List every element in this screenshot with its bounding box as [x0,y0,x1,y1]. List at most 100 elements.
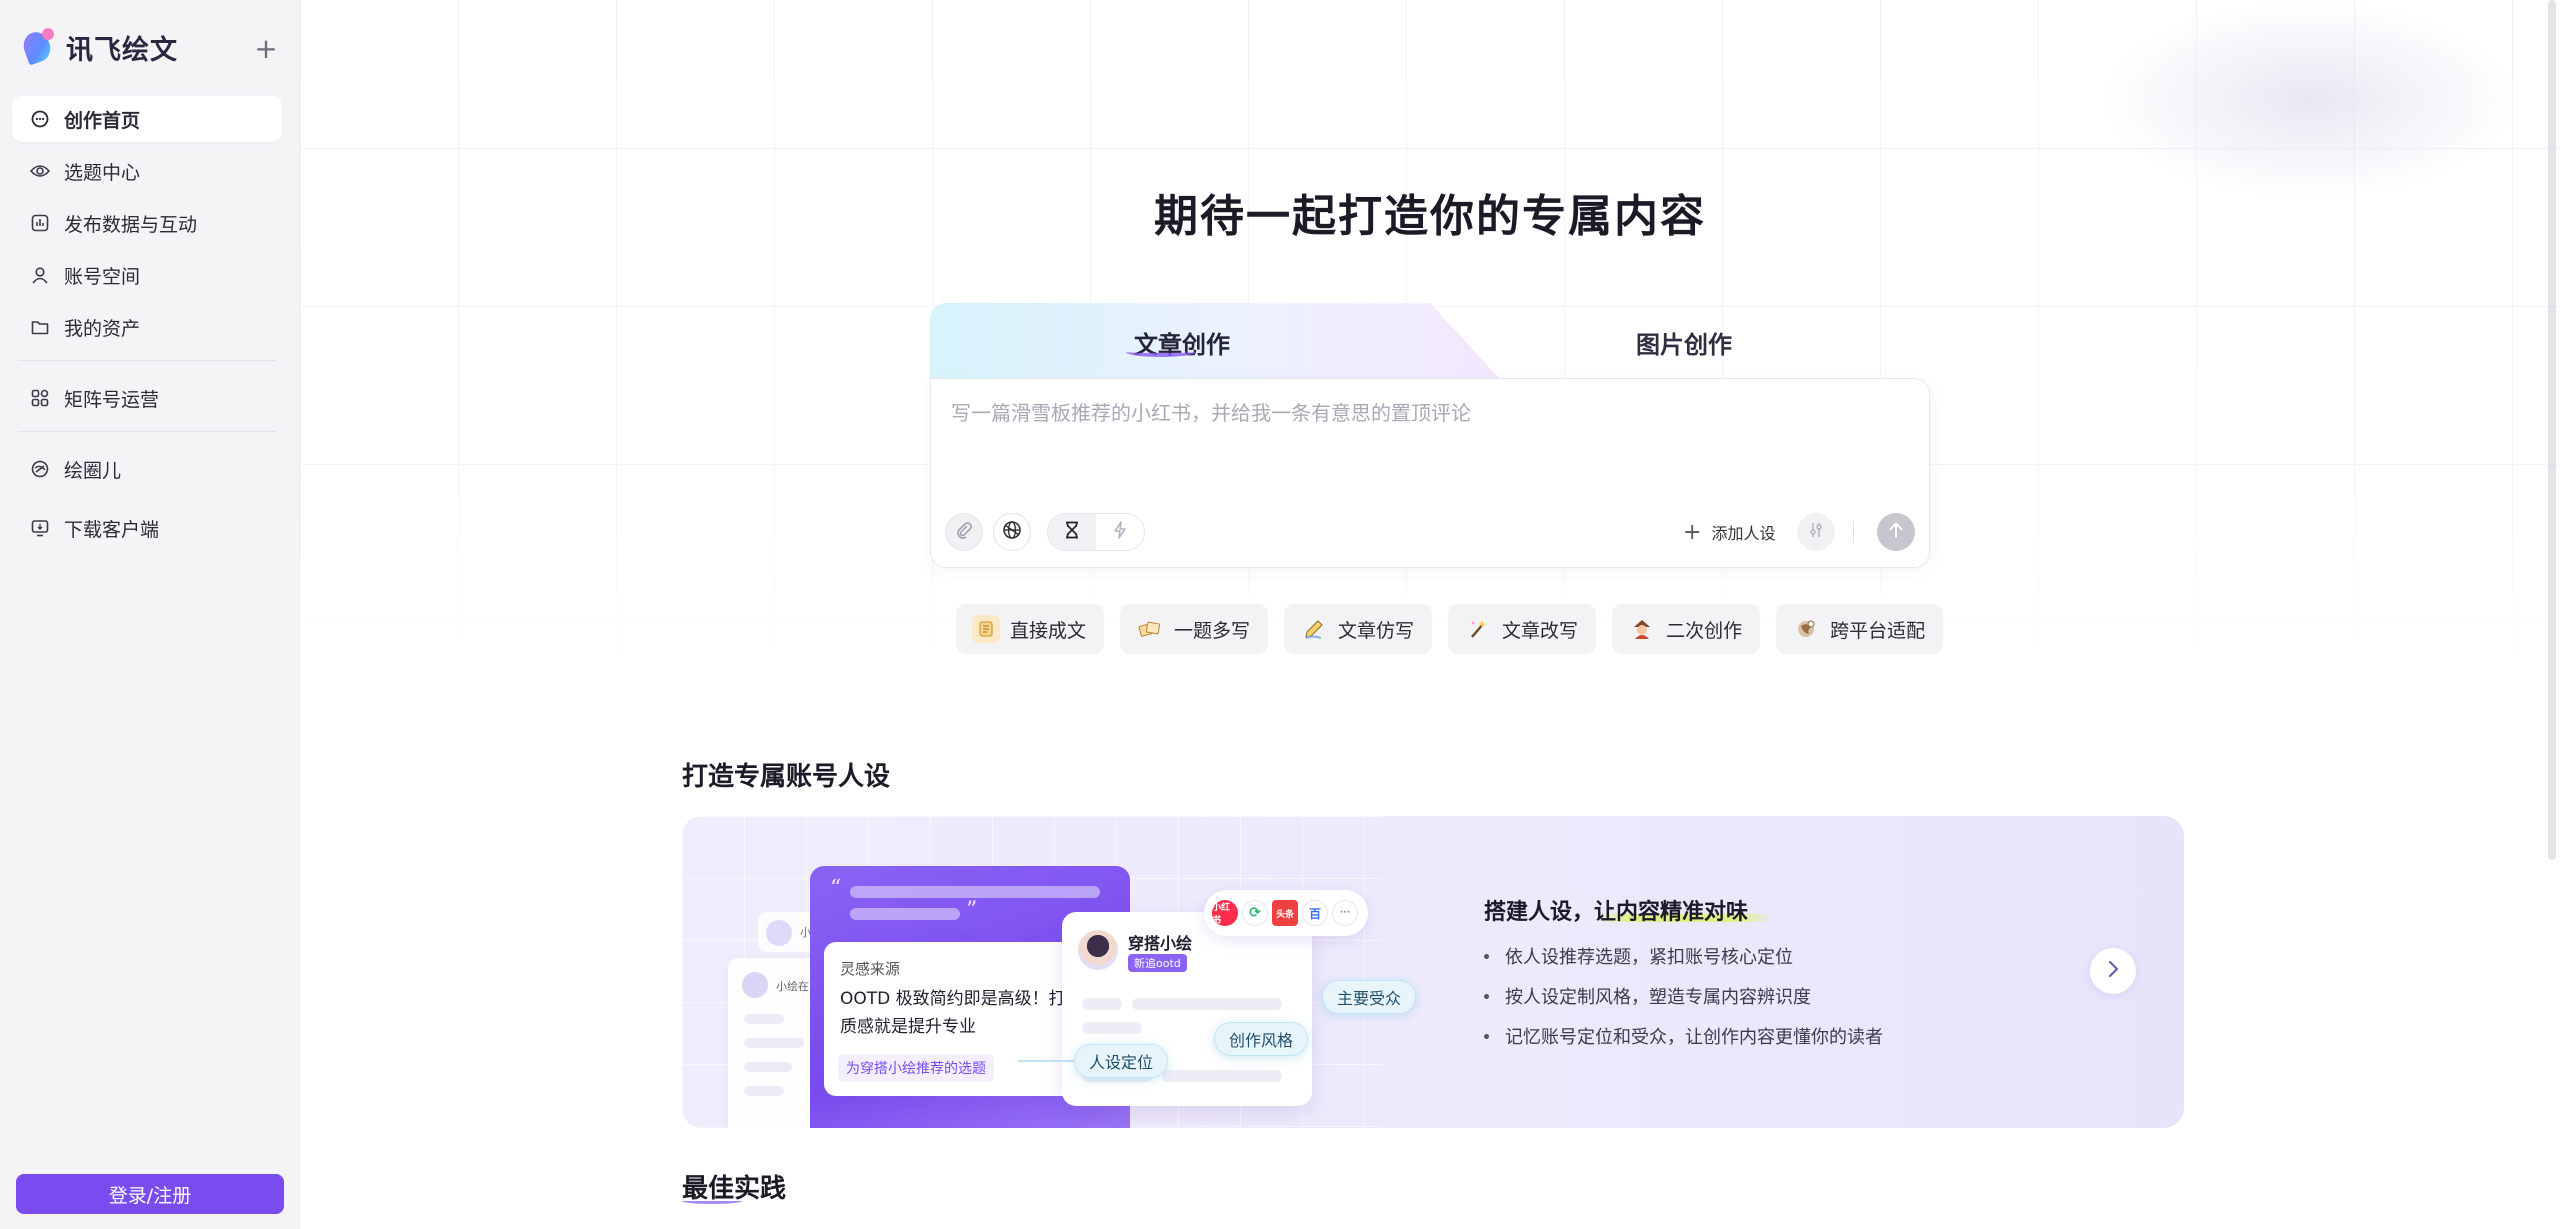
sidebar-item-assets[interactable]: 我的资产 [12,304,282,350]
platform-icons: 小红书 ⟳ 头条 百 ··· [1204,890,1368,936]
sidebar-item-label: 我的资产 [64,317,141,340]
arrow-up-icon [1888,521,1904,543]
sidebar-item-account-space[interactable]: 账号空间 [12,252,282,298]
chip-multi-write[interactable]: 一题多写 [1120,604,1269,654]
sidebar-item-label: 下载客户端 [64,518,160,541]
main-content: 期待一起打造你的专属内容 文章创作 图片创作 写一篇滑雪板推荐的小红书，并给我一… [300,0,2560,1229]
avatar [742,972,768,998]
brand-logo[interactable]: 讯飞绘文 + [19,22,282,72]
brand-name: 讯飞绘文 [66,34,178,66]
chip-label: 跨平台适配 [1830,619,1926,642]
sidebar-item-home[interactable]: 创作首页 [12,96,282,142]
deep-mode-button[interactable] [1048,514,1096,550]
list-item: 记忆账号定位和受众，让创作内容更懂你的读者 [1484,1016,1883,1056]
globe-icon [1792,615,1820,643]
wechat-channels-icon: ⟳ [1242,900,1268,926]
sidebar-item-label: 创作首页 [64,109,141,132]
creation-tabs: 文章创作 图片创作 [930,303,1930,379]
quote-open-icon: “ [830,876,842,901]
sidebar-divider [18,498,276,499]
user-icon [30,265,50,285]
chip-label: 文章改写 [1502,619,1579,642]
sidebar-item-label: 账号空间 [64,265,141,288]
chip-direct-write[interactable]: 直接成文 [956,604,1105,654]
xiaohongshu-icon: 小红书 [1212,900,1238,926]
hero-glow [2100,0,2520,200]
chip-label: 一题多写 [1174,619,1251,642]
papers-icon [1136,615,1164,643]
topic-tag: 为穿搭小绘推荐的选题 [838,1054,994,1082]
web-search-button[interactable] [993,513,1031,551]
avatar [766,920,792,946]
page-scrollbar[interactable] [2548,0,2556,860]
sidebar-item-download-client[interactable]: 下载客户端 [12,505,282,551]
sidebar-nav: 创作首页 选题中心 发布数据与互动 账号空间 我的资产 矩阵号运营 绘圈儿 下载… [12,96,282,557]
chat-bubble-icon [30,109,50,129]
pen-icon [1300,615,1328,643]
chip-secondary-creation[interactable]: 二次创作 [1612,604,1761,654]
pill-position: 人设定位 [1074,1044,1169,1078]
chip-imitate[interactable]: 文章仿写 [1284,604,1433,654]
prompt-input[interactable] [951,401,1911,425]
tab-image[interactable]: 图片创作 [1636,325,1732,360]
add-persona-label: 添加人设 [1711,524,1776,543]
topic-text-line2: 质感就是提升专业 [840,1017,976,1037]
more-icon: ··· [1332,900,1358,926]
sidebar-item-community[interactable]: 绘圈儿 [12,446,282,492]
source-label: 灵感来源 [840,960,901,978]
new-chat-button[interactable]: + [250,31,282,65]
best-practice-underline [682,1198,742,1204]
quote-close-icon: ” [966,898,978,923]
avatar [1078,930,1118,970]
connector-line [1018,1060,1078,1062]
folder-icon [30,317,50,337]
mode-toggle[interactable] [1047,513,1145,551]
chip-cross-platform[interactable]: 跨平台适配 [1776,604,1944,654]
add-persona-button[interactable]: + 添加人设 [1683,517,1775,547]
grid-icon [30,388,50,408]
chip-label: 二次创作 [1666,619,1743,642]
profile-name: 穿搭小绘 [1128,934,1193,953]
mini-card-label: 小绘在 [776,980,809,993]
sidebar-item-label: 矩阵号运营 [64,388,160,411]
bullet-text: 记忆账号定位和受众，让创作内容更懂你的读者 [1505,1027,1883,1048]
chip-rewrite[interactable]: 文章改写 [1448,604,1597,654]
tab-active-indicator [1126,347,1196,357]
sidebar-item-publish-data[interactable]: 发布数据与互动 [12,200,282,246]
toolbar-divider [1853,521,1854,543]
login-register-button[interactable]: 登录/注册 [16,1174,284,1214]
banner-title: 搭建人设，让内容精准对味 [1484,900,1749,925]
bar-chart-icon [30,213,50,233]
eye-icon [30,161,50,181]
fast-mode-button[interactable] [1096,514,1144,550]
persona-banner[interactable]: 小 小绘在 “ ” 灵感来源 OOTD 极致简约即是高级！打 质感就是提升专业 … [682,816,2184,1128]
sidebar-item-label: 选题中心 [64,161,141,184]
attach-button[interactable] [945,513,983,551]
brand-logo-icon [19,26,58,68]
send-button[interactable] [1877,513,1915,551]
lightning-icon [1113,521,1127,543]
plus-icon: + [254,31,278,65]
scroll-icon [972,615,1000,643]
sliders-icon [1807,521,1825,543]
profile-badge: 新追ootd [1128,954,1187,972]
globe-icon [1002,520,1022,544]
bullet-text: 按人设定制风格，塑造专属内容辨识度 [1505,987,1811,1008]
settings-tune-button[interactable] [1797,513,1835,551]
plus-icon: + [1683,519,1702,545]
circle-link-icon [30,459,50,479]
chip-label: 文章仿写 [1338,619,1415,642]
bullet-text: 依人设推荐选题，紧扣账号核心定位 [1505,947,1793,968]
sidebar-divider [18,431,276,432]
hourglass-icon [1064,521,1080,543]
chevron-right-icon [2107,960,2119,982]
baidu-icon: 百 [1302,900,1328,926]
sidebar-divider [18,360,276,361]
pill-style: 创作风格 [1214,1022,1309,1056]
prompt-composer: + 添加人设 [930,378,1930,568]
sidebar-item-matrix[interactable]: 矩阵号运营 [12,375,282,421]
banner-bullets: 依人设推荐选题，紧扣账号核心定位 按人设定制风格，塑造专属内容辨识度 记忆账号定… [1484,936,1883,1056]
banner-next-button[interactable] [2090,948,2136,994]
monitor-download-icon [30,518,50,538]
sidebar-item-topics[interactable]: 选题中心 [12,148,282,194]
